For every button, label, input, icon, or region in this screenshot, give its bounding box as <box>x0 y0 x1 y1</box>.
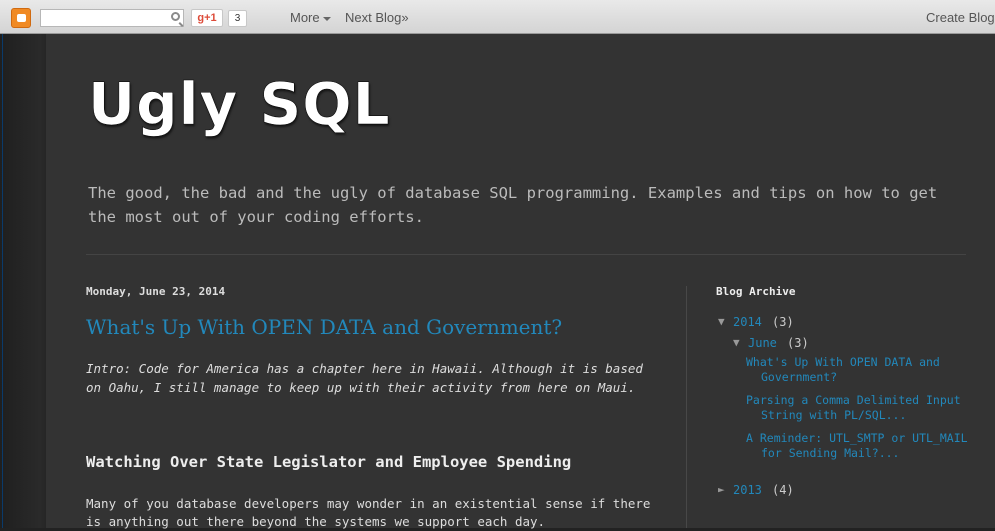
archive-year-count: (4) <box>772 483 794 497</box>
post-intro: Intro: Code for America has a chapter he… <box>86 361 643 395</box>
archive-post-link[interactable]: A Reminder: UTL_SMTP or UTL_MAIL for Sen… <box>746 431 986 461</box>
toggle-expanded-icon[interactable]: ▼ <box>718 315 725 328</box>
toggle-collapsed-icon[interactable]: ► <box>718 483 725 496</box>
archive-month-link[interactable]: June <box>748 336 777 350</box>
search-icon[interactable] <box>171 12 180 21</box>
archive-year-count: (3) <box>772 315 794 329</box>
archive-year-link[interactable]: 2014 <box>733 315 762 329</box>
header-divider <box>86 254 966 255</box>
more-label: More <box>290 10 320 25</box>
gplus-button[interactable]: g+1 <box>191 9 223 27</box>
gplus-count: 3 <box>228 10 247 27</box>
post-body-text: Many of you database developers may wond… <box>86 496 651 529</box>
next-blog-link[interactable]: Next Blog» <box>345 10 409 25</box>
archive-post-link[interactable]: What's Up With OPEN DATA and Government? <box>746 355 986 385</box>
toggle-expanded-icon[interactable]: ▼ <box>733 336 740 349</box>
post-date: Monday, June 23, 2014 <box>86 285 226 298</box>
blogger-navbar: g+1 3 More Next Blog» Create Blog <box>0 0 995 34</box>
column-divider <box>686 286 687 528</box>
post-section-heading: Watching Over State Legislator and Emplo… <box>86 453 572 471</box>
more-menu-button[interactable]: More <box>290 10 331 25</box>
archive-month-count: (3) <box>787 336 809 350</box>
create-blog-link[interactable]: Create Blog <box>926 10 995 25</box>
page-left-line <box>2 34 3 528</box>
page-left-gutter <box>0 34 46 528</box>
archive-post-link[interactable]: Parsing a Comma Delimited Input String w… <box>746 393 986 423</box>
blogger-logo-icon[interactable] <box>11 8 31 28</box>
blog-description: The good, the bad and the ugly of databa… <box>88 184 938 226</box>
blog-title[interactable]: Ugly SQL <box>88 70 391 139</box>
archive-year-link[interactable]: 2013 <box>733 483 762 497</box>
sidebar-title: Blog Archive <box>716 285 796 298</box>
post-title-link[interactable]: What's Up With OPEN DATA and Government? <box>86 315 562 339</box>
navbar-search-input[interactable] <box>40 9 184 27</box>
chevron-down-icon <box>322 16 331 21</box>
